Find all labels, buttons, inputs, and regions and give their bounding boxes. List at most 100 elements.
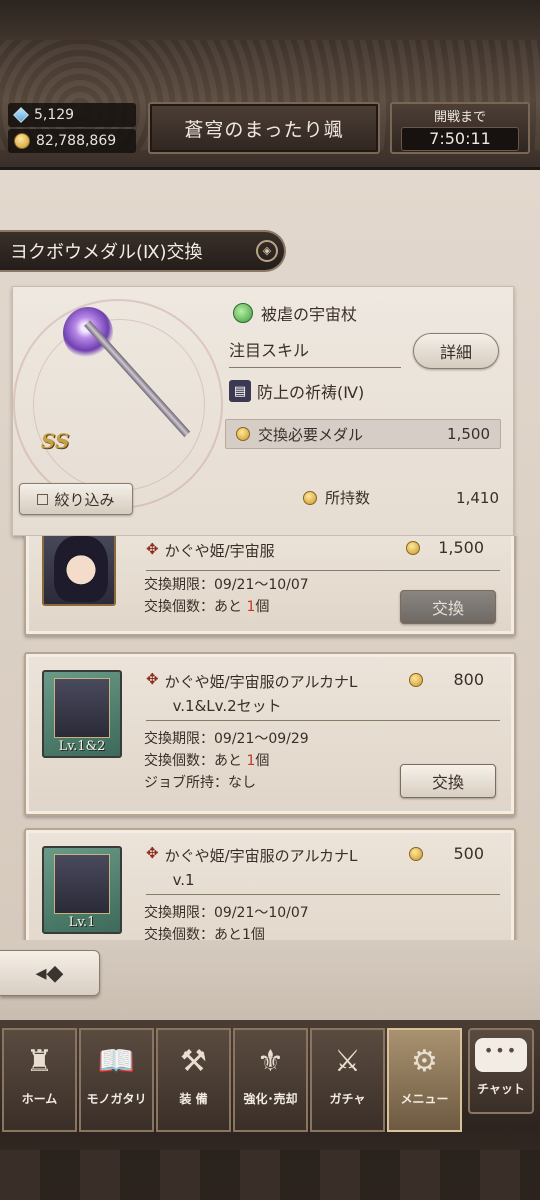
chat-label: チャット [477, 1082, 525, 1096]
arcana-card-image[interactable]: Lv.1 [42, 846, 122, 934]
menu-bottom-decoration [0, 1150, 540, 1200]
menu-equip[interactable]: ⚒ 装 備 [156, 1028, 231, 1132]
character-thumbnail[interactable] [42, 536, 116, 606]
required-value: 1,500 [447, 425, 490, 443]
magic-circle-decoration [13, 299, 223, 509]
skill-name: 防上の祈祷(Ⅳ) [257, 383, 365, 402]
count-prefix: 交換個数：あと [144, 753, 242, 769]
chat-bubble-icon: ••• [475, 1038, 527, 1072]
exchange-period: 交換期限：09/21～10/07 [144, 905, 309, 921]
item-title-line2: v.1&Lv.2セット [172, 697, 282, 715]
exchange-period: 交換期限：09/21～09/29 [144, 731, 309, 747]
medal-emblem-icon: ◈ [256, 240, 278, 262]
menu-equip-label: 装 備 [179, 1092, 208, 1106]
item-title-line2: v.1 [172, 871, 195, 889]
item-title-line1: かぐや姫/宇宙服のアルカナL [164, 847, 358, 865]
menu-story-label: モノガタリ [86, 1092, 147, 1106]
battle-label: 開戦まで [433, 110, 486, 125]
list-item: ✥ かぐや姫/宇宙服 1,500 交換期限：09/21～10/07 交換個数：あ… [24, 536, 516, 636]
guild-name: 蒼穹のまったり颯 [184, 118, 344, 141]
divider [146, 894, 500, 895]
gold-counter: 82,788,869 [8, 129, 136, 153]
chat-button[interactable]: ••• チャット [468, 1028, 534, 1114]
item-price: 1,500 [406, 538, 484, 557]
battle-time: 7:50:11 [401, 127, 519, 151]
featured-skill-label: 注目スキル [229, 337, 401, 368]
filter-button[interactable]: 絞り込み [19, 483, 133, 515]
weapon-name: 被虐の宇宙杖 [261, 305, 358, 324]
owned-medal-row: 所持数 1,410 [303, 487, 499, 508]
detail-button[interactable]: 詳細 [413, 333, 499, 369]
item-title-row: ✥ かぐや姫/宇宙服のアルカナL v.1&Lv.2セット [146, 670, 357, 718]
required-medal-row: 交換必要メダル 1,500 [225, 419, 501, 449]
equipment-icon: ⚒ [180, 1044, 207, 1079]
menu-story[interactable]: 📖 モノガタリ [79, 1028, 154, 1132]
arcana-card-image[interactable]: Lv.1&2 [42, 670, 122, 758]
item-title-line1: かぐや姫/宇宙服のアルカナL [164, 673, 358, 691]
arcana-level: Lv.1 [68, 915, 96, 930]
book-icon: 📖 [97, 1044, 136, 1079]
guild-name-plate[interactable]: 蒼穹のまったり颯 [148, 102, 380, 154]
job-owned: ジョブ所持：なし [144, 775, 256, 791]
castle-icon: ♜ [26, 1044, 53, 1079]
divider [146, 570, 500, 571]
cross-icon: ✥ [146, 540, 159, 558]
gears-icon: ⚙ [411, 1044, 438, 1079]
gem-icon [13, 107, 29, 123]
weapon-image[interactable] [63, 307, 113, 359]
item-title: かぐや姫/宇宙服のアルカナL v.1 [165, 844, 358, 892]
battle-timer: 開戦まで 7:50:11 [390, 102, 530, 154]
medal-coin-icon [409, 672, 424, 687]
gem-value: 5,129 [34, 107, 75, 123]
skill-book-icon: ▤ [229, 380, 251, 402]
item-price: 500 [409, 844, 484, 863]
item-title-row: ✥ かぐや姫/宇宙服 [146, 540, 275, 561]
price-value: 800 [453, 670, 484, 689]
medal-coin-icon [303, 490, 317, 505]
owned-value: 1,410 [456, 488, 499, 507]
bottom-menu: ♜ ホーム 📖 モノガタリ ⚒ 装 備 ⚜ 強化･売却 ⚔ ガチャ ⚙ メニュー… [0, 1020, 540, 1200]
exchange-period: 交換期限：09/21～10/07 [144, 577, 309, 593]
gold-value: 82,788,869 [36, 133, 117, 149]
exchange-count: 交換個数：あと 1個 [144, 596, 309, 618]
price-value: 1,500 [438, 538, 484, 557]
back-button[interactable]: ◂◆ [0, 950, 100, 996]
arcana-portrait [54, 678, 110, 738]
menu-menu[interactable]: ⚙ メニュー [387, 1028, 462, 1132]
medal-coin-icon [406, 540, 421, 555]
gold-coin-icon [14, 133, 30, 149]
exchange-count: 交換個数：あと 1個 [144, 750, 309, 772]
exchange-button[interactable]: 交換 [400, 590, 496, 624]
count-suffix: 個 [255, 599, 270, 615]
enhance-icon: ⚜ [257, 1044, 284, 1079]
divider [146, 720, 500, 721]
item-price: 800 [409, 670, 484, 689]
back-strip: ◂◆ [0, 940, 540, 1020]
gem-counter: 5,129 [8, 103, 136, 127]
featured-reward-panel: SS 被虐の宇宙杖 注目スキル 詳細 ▤ 防上の祈祷(Ⅳ) 交換必要メダル 1,… [12, 286, 514, 536]
arcana-level: Lv.1&2 [58, 739, 106, 754]
item-title-row: ✥ かぐや姫/宇宙服のアルカナL v.1 [146, 844, 357, 892]
menu-home-label: ホーム [21, 1092, 58, 1106]
price-value: 500 [453, 844, 484, 863]
menu-home[interactable]: ♜ ホーム [2, 1028, 77, 1132]
menu-gacha-label: ガチャ [329, 1092, 366, 1106]
list-item: Lv.1 ✥ かぐや姫/宇宙服のアルカナL v.1 500 交換期限：09/21… [24, 828, 516, 940]
required-label: 交換必要メダル [258, 425, 364, 444]
menu-enhance[interactable]: ⚜ 強化･売却 [233, 1028, 308, 1132]
skill-name-row: ▤ 防上の祈祷(Ⅳ) [229, 379, 364, 403]
wind-orb-icon [233, 303, 253, 323]
count-prefix: 交換個数：あと [144, 599, 242, 615]
face-shape [64, 550, 98, 586]
top-bar: 5,129 82,788,869 蒼穹のまったり颯 開戦まで 7:50:11 [0, 0, 540, 170]
back-arrow-icon: ◂◆ [35, 960, 64, 986]
arcana-portrait [54, 854, 110, 914]
cross-icon: ✥ [146, 844, 159, 862]
menu-gacha[interactable]: ⚔ ガチャ [310, 1028, 385, 1132]
exchange-item-list[interactable]: ✥ かぐや姫/宇宙服 1,500 交換期限：09/21～10/07 交換個数：あ… [0, 536, 540, 940]
item-title: かぐや姫/宇宙服のアルカナL v.1&Lv.2セット [165, 670, 358, 718]
menu-enhance-label: 強化･売却 [243, 1092, 298, 1106]
filter-label: 絞り込み [54, 490, 115, 509]
item-info: 交換期限：09/21～10/07 交換個数：あと1個 [144, 902, 309, 940]
exchange-button[interactable]: 交換 [400, 764, 496, 798]
